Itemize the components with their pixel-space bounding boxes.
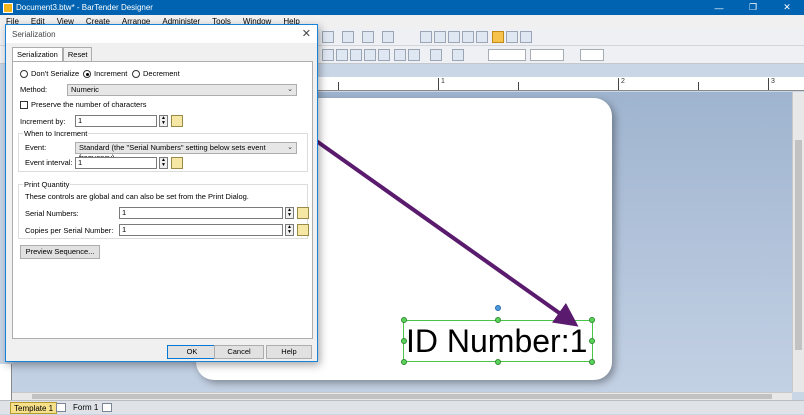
close-icon[interactable]: ✕ xyxy=(302,27,311,40)
chevron-down-icon: ⌄ xyxy=(287,144,293,151)
copies-spinner[interactable]: ▲ ▼ xyxy=(285,224,294,236)
serial-numbers-input[interactable]: 1 xyxy=(119,207,283,219)
help-button[interactable]: Help xyxy=(266,345,312,359)
method-value: Numeric xyxy=(71,85,99,94)
radio-label: Decrement xyxy=(143,69,180,78)
radio-dont-serialize[interactable]: Don't Serialize xyxy=(20,69,80,79)
radio-button[interactable] xyxy=(83,70,91,79)
interval-spinner[interactable]: ▲ ▼ xyxy=(159,157,168,169)
radio-label: Increment xyxy=(94,69,128,78)
radio-decrement[interactable]: Decrement xyxy=(132,69,180,79)
preserve-label: Preserve the number of characters xyxy=(31,100,147,109)
when-to-increment-title: When to Increment xyxy=(23,129,89,138)
method-label: Method: xyxy=(20,85,48,94)
dialog-title-bar: Serialization ✕ xyxy=(6,25,317,43)
radio-button[interactable] xyxy=(132,70,140,79)
radio-button[interactable] xyxy=(20,70,28,79)
event-interval-label: Event interval: xyxy=(25,158,73,167)
wizard-icon[interactable] xyxy=(171,115,183,127)
chevron-down-icon: ⌄ xyxy=(287,86,293,93)
bartender-window: Document3.btw* - BarTender Designer — ❐ … xyxy=(0,0,804,414)
event-select[interactable]: Standard (the "Serial Numbers" setting b… xyxy=(75,142,297,162)
ok-button[interactable]: OK xyxy=(167,345,217,359)
copies-label: Copies per Serial Number: xyxy=(25,226,114,235)
checkbox[interactable] xyxy=(20,101,28,110)
event-label: Event: xyxy=(25,143,47,152)
increment-spinner[interactable]: ▲ ▼ xyxy=(159,115,168,127)
radio-increment[interactable]: Increment xyxy=(83,69,128,79)
serial-spinner[interactable]: ▲ ▼ xyxy=(285,207,294,219)
method-select[interactable]: Numeric ⌄ xyxy=(67,84,297,96)
serialization-panel: Don't Serialize Increment Decrement Meth… xyxy=(12,61,313,339)
copies-input[interactable]: 1 xyxy=(119,224,283,236)
increment-by-label: Increment by: xyxy=(20,117,66,126)
serial-numbers-label: Serial Numbers: xyxy=(25,209,79,218)
wizard-icon[interactable] xyxy=(171,157,183,169)
tab-serialization[interactable]: Serialization xyxy=(12,47,63,61)
increment-by-input[interactable]: 1 xyxy=(75,115,157,127)
print-quantity-title: Print Quantity xyxy=(23,180,71,189)
preview-sequence-button[interactable]: Preview Sequence... xyxy=(20,245,100,259)
tab-reset[interactable]: Reset xyxy=(62,47,93,61)
wizard-icon[interactable] xyxy=(297,207,309,219)
arrow-to-label xyxy=(313,138,579,327)
preserve-checkbox[interactable]: Preserve the number of characters xyxy=(20,100,147,110)
serialization-dialog: Serialization ✕ Serialization Reset Don'… xyxy=(5,24,318,362)
wizard-icon[interactable] xyxy=(297,224,309,236)
dialog-tabs: Serialization Reset xyxy=(12,47,317,61)
dialog-title: Serialization xyxy=(12,29,56,39)
print-quantity-note: These controls are global and can also b… xyxy=(25,192,249,201)
radio-label: Don't Serialize xyxy=(31,69,80,78)
cancel-button[interactable]: Cancel xyxy=(214,345,264,359)
event-interval-input[interactable]: 1 xyxy=(75,157,157,169)
